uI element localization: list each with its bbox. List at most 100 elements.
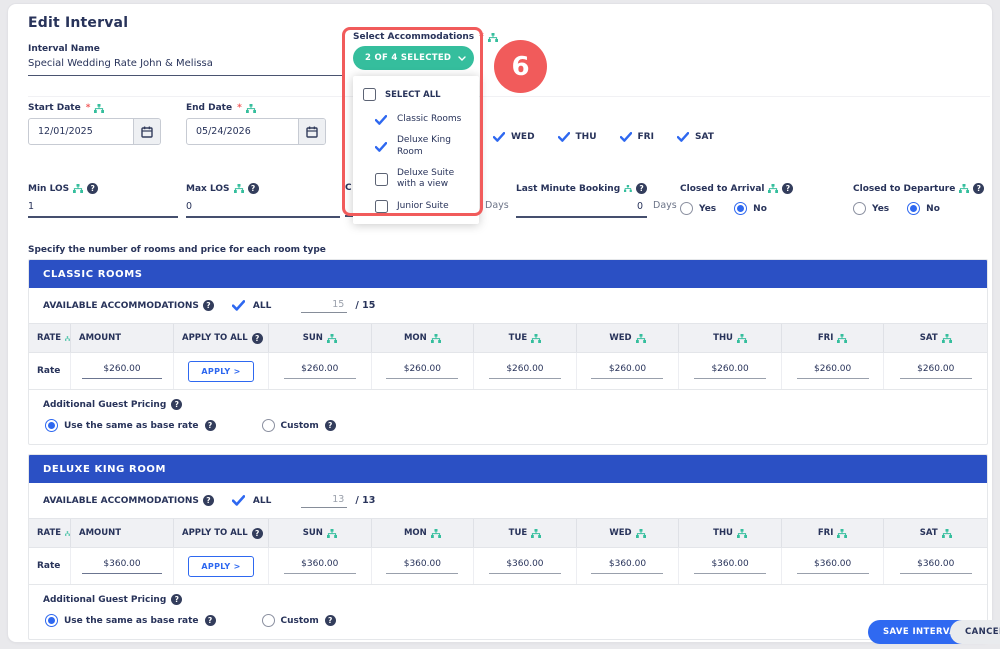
cancel-button[interactable]: CANCEL [950, 620, 1000, 644]
help-icon[interactable]: ? [325, 615, 336, 626]
mon-rate-input[interactable]: $360.00 [386, 559, 458, 574]
last-minute-booking-label: Last Minute Booking [516, 184, 620, 194]
amount-input[interactable]: $360.00 [82, 559, 162, 574]
wed-rate-input[interactable]: $360.00 [591, 559, 663, 574]
accommodations-selected-summary: 2 OF 4 SELECTED [365, 53, 451, 63]
select-all-option[interactable]: SELECT ALL [353, 84, 479, 109]
day-header-sun: SUN [303, 528, 323, 538]
dropdown-item-classic-rooms[interactable]: Classic Rooms [353, 109, 479, 130]
start-date-input[interactable]: 12/01/2025 [28, 118, 161, 145]
apply-to-all-header: APPLY TO ALL [182, 528, 248, 538]
room-section: CLASSIC ROOMS AVAILABLE ACCOMMODATIONS ?… [28, 259, 988, 445]
weekday-label: WED [511, 132, 535, 142]
weekday-wed[interactable]: WED [493, 132, 535, 142]
room-title: CLASSIC ROOMS [43, 269, 143, 280]
check-icon[interactable] [232, 300, 245, 311]
help-icon[interactable]: ? [205, 615, 216, 626]
help-icon[interactable]: ? [171, 594, 182, 605]
day-header-wed: WED [609, 528, 631, 538]
tue-rate-input[interactable]: $260.00 [489, 364, 561, 379]
custom-label: Custom [281, 421, 319, 431]
help-icon[interactable]: ? [248, 183, 259, 194]
sitemap-icon [531, 529, 541, 538]
last-minute-booking-input[interactable]: 0 [516, 198, 647, 218]
departure-no-radio[interactable] [907, 202, 920, 215]
sitemap-icon [65, 529, 70, 538]
day-header-wed: WED [609, 333, 631, 343]
sitemap-icon [431, 334, 441, 343]
help-icon[interactable]: ? [252, 528, 263, 539]
weekday-checkbox-row: WED THU FRI SAT [493, 132, 714, 142]
additional-guest-pricing-label: Additional Guest Pricing [43, 400, 166, 410]
day-header-tue: TUE [509, 333, 528, 343]
apply-to-all-button[interactable]: APPLY > [188, 556, 253, 577]
max-los-input[interactable]: 0 [186, 198, 340, 218]
amount-header: AMOUNT [79, 528, 121, 538]
thu-rate-input[interactable]: $360.00 [694, 559, 766, 574]
help-icon[interactable]: ? [252, 333, 263, 344]
base-rate-radio[interactable] [45, 419, 58, 432]
help-icon[interactable]: ? [636, 183, 647, 194]
amount-input[interactable]: $260.00 [82, 364, 162, 379]
rate-header: RATE [37, 333, 61, 343]
weekday-thu[interactable]: THU [558, 132, 597, 142]
help-icon[interactable]: ? [973, 183, 984, 194]
sitemap-icon [636, 529, 646, 538]
base-rate-label: Use the same as base rate [64, 421, 199, 431]
page-title: Edit Interval [28, 15, 128, 31]
help-icon[interactable]: ? [203, 495, 214, 506]
weekday-sat[interactable]: SAT [677, 132, 714, 142]
available-total: / 15 [355, 300, 375, 311]
help-icon[interactable]: ? [325, 420, 336, 431]
min-los-input[interactable]: 1 [28, 198, 178, 218]
interval-name-input[interactable]: Special Wedding Rate John & Melissa [28, 58, 344, 76]
departure-yes-label: Yes [872, 204, 889, 214]
available-count-input[interactable]: 13 [301, 494, 347, 508]
day-header-thu: THU [713, 333, 733, 343]
tue-rate-input[interactable]: $360.00 [489, 559, 561, 574]
dropdown-item-deluxe-suite[interactable]: Deluxe Suite with a view [353, 163, 479, 196]
cutoff-days-suffix: Days [485, 200, 509, 211]
start-date-value: 12/01/2025 [29, 119, 133, 144]
mon-rate-input[interactable]: $260.00 [386, 364, 458, 379]
wed-rate-input[interactable]: $260.00 [591, 364, 663, 379]
base-rate-label: Use the same as base rate [64, 616, 199, 626]
dropdown-item-deluxe-king-room[interactable]: Deluxe King Room [353, 130, 479, 163]
sun-rate-input[interactable]: $260.00 [284, 364, 356, 379]
help-icon[interactable]: ? [203, 300, 214, 311]
calendar-icon[interactable] [298, 119, 325, 144]
custom-radio[interactable] [262, 614, 275, 627]
arrival-yes-radio[interactable] [680, 202, 693, 215]
thu-rate-input[interactable]: $260.00 [694, 364, 766, 379]
help-icon[interactable]: ? [205, 420, 216, 431]
help-icon[interactable]: ? [87, 183, 98, 194]
dropdown-item-junior-suite[interactable]: Junior Suite [353, 195, 479, 218]
sun-rate-input[interactable]: $360.00 [284, 559, 356, 574]
room-section-header: CLASSIC ROOMS [29, 260, 987, 288]
all-label: ALL [253, 301, 271, 311]
help-icon[interactable]: ? [171, 399, 182, 410]
arrival-no-radio[interactable] [734, 202, 747, 215]
start-date-label: Start Date [28, 103, 81, 113]
min-los-label: Min LOS [28, 184, 69, 194]
sitemap-icon [65, 334, 70, 343]
calendar-icon[interactable] [133, 119, 160, 144]
base-rate-radio[interactable] [45, 614, 58, 627]
sitemap-icon [327, 529, 337, 538]
weekday-fri[interactable]: FRI [620, 132, 654, 142]
fri-rate-input[interactable]: $360.00 [797, 559, 869, 574]
accommodations-dropdown-panel: SELECT ALL Classic Rooms Deluxe King Roo… [353, 76, 479, 224]
sat-rate-input[interactable]: $260.00 [900, 364, 972, 379]
available-count-input[interactable]: 15 [301, 299, 347, 313]
checkbox-icon [363, 88, 376, 101]
help-icon[interactable]: ? [782, 183, 793, 194]
departure-yes-radio[interactable] [853, 202, 866, 215]
end-date-input[interactable]: 05/24/2026 [186, 118, 326, 145]
custom-radio[interactable] [262, 419, 275, 432]
required-asterisk: * [479, 32, 484, 42]
sat-rate-input[interactable]: $360.00 [900, 559, 972, 574]
check-icon[interactable] [232, 495, 245, 506]
apply-to-all-button[interactable]: APPLY > [188, 361, 253, 382]
fri-rate-input[interactable]: $260.00 [797, 364, 869, 379]
accommodations-dropdown-button[interactable]: 2 OF 4 SELECTED [353, 46, 474, 70]
